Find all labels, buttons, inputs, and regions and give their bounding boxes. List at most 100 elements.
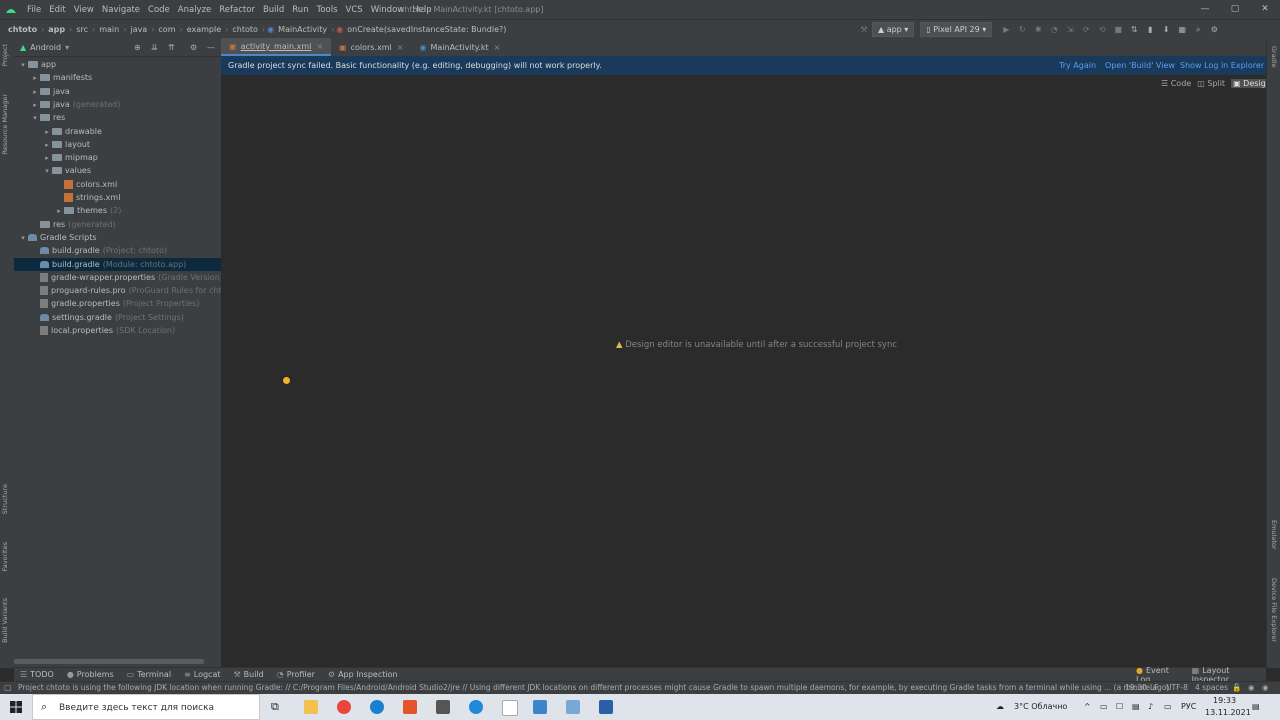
menu-run[interactable]: Run bbox=[288, 5, 312, 15]
debug-icon[interactable]: ✱ bbox=[1033, 25, 1043, 34]
chevron-down-icon[interactable]: ▾ bbox=[18, 59, 28, 72]
breadcrumb-item[interactable]: chtoto bbox=[6, 25, 39, 34]
stop-icon[interactable]: ■ bbox=[1113, 25, 1123, 34]
breadcrumb-item[interactable]: app bbox=[46, 25, 67, 34]
bottom-tool-app-inspection[interactable]: ⚙ App Inspection bbox=[328, 670, 398, 679]
tree-item[interactable]: ▸ drawable bbox=[14, 125, 221, 138]
line-separator[interactable]: LF bbox=[1150, 683, 1159, 692]
resource-manager-tool-tab[interactable]: Resource Manager bbox=[1, 94, 9, 154]
status-message[interactable]: Project chtoto is using the following JD… bbox=[18, 683, 1169, 692]
remote-desktop-icon[interactable] bbox=[533, 700, 547, 714]
caret-position[interactable]: 19:30 bbox=[1125, 683, 1147, 692]
chevron-right-icon[interactable]: ▸ bbox=[30, 72, 40, 85]
hide-panel-icon[interactable]: — bbox=[207, 43, 215, 52]
network-icon[interactable]: ▤ bbox=[1132, 702, 1140, 711]
tree-item[interactable]: local.properties (SDK Location) bbox=[14, 324, 221, 337]
menu-navigate[interactable]: Navigate bbox=[98, 5, 144, 15]
tree-item[interactable]: res (generated) bbox=[14, 218, 221, 231]
memory-indicator-icon[interactable]: ◉ bbox=[1248, 683, 1255, 692]
keyboard-language[interactable]: РУС bbox=[1181, 702, 1196, 711]
chevron-down-icon[interactable]: ▾ bbox=[42, 165, 52, 178]
settings-icon[interactable]: ⚙ bbox=[1209, 25, 1219, 34]
breadcrumb-item[interactable]: com bbox=[156, 25, 177, 34]
chevron-right-icon[interactable]: ▸ bbox=[54, 205, 64, 218]
rerun-icon[interactable]: ↻ bbox=[1017, 25, 1027, 34]
breadcrumb-item[interactable]: main bbox=[97, 25, 121, 34]
taskbar-search[interactable]: ⌕ Введите здесь текст для поиска bbox=[32, 694, 260, 720]
clock-date[interactable]: 13.11.2021 bbox=[1205, 708, 1251, 717]
notepad-icon[interactable] bbox=[502, 700, 518, 716]
project-view-select[interactable]: Android bbox=[30, 43, 61, 52]
bottom-tool-todo[interactable]: ☰ TODO bbox=[20, 670, 54, 679]
task-view-icon[interactable]: ⧉ bbox=[271, 700, 285, 714]
chevron-right-icon[interactable]: ▸ bbox=[42, 139, 52, 152]
notification-center-icon[interactable]: ▤ bbox=[1252, 702, 1260, 711]
bottom-tool-logcat[interactable]: ≡ Logcat bbox=[184, 670, 220, 679]
try-again-link[interactable]: Try Again bbox=[1059, 61, 1096, 70]
profile-icon[interactable]: ◔ bbox=[1049, 25, 1059, 34]
favorites-tool-tab[interactable]: Favorites bbox=[1, 542, 9, 571]
code-mode-button[interactable]: ☰ Code bbox=[1161, 79, 1191, 88]
file-encoding[interactable]: UTF-8 bbox=[1166, 683, 1188, 692]
tray-app-icon[interactable]: ▭ bbox=[1100, 702, 1108, 711]
split-mode-button[interactable]: ◫ Split bbox=[1197, 79, 1225, 88]
collapse-all-icon[interactable]: ⇈ bbox=[168, 43, 175, 52]
lightbulb-icon[interactable] bbox=[283, 377, 290, 384]
sync-gradle-icon[interactable]: ⇅ bbox=[1129, 25, 1139, 34]
tree-item[interactable]: build.gradle (Module: chtoto.app) bbox=[14, 257, 221, 271]
status-icon[interactable]: ▢ bbox=[4, 683, 12, 692]
tree-item[interactable]: ▸ themes (2) bbox=[14, 204, 221, 217]
battery-icon[interactable]: ▭ bbox=[1164, 702, 1172, 711]
horizontal-scrollbar[interactable] bbox=[14, 659, 204, 664]
design-editor[interactable]: ▲ Design editor is unavailable until aft… bbox=[221, 92, 1266, 650]
chevron-right-icon[interactable]: ▸ bbox=[42, 126, 52, 139]
chevron-right-icon[interactable]: ▸ bbox=[42, 152, 52, 165]
tree-item[interactable]: ▸ java (generated) bbox=[14, 98, 221, 111]
breadcrumb-item[interactable]: chtoto bbox=[230, 25, 260, 34]
menu-view[interactable]: View bbox=[70, 5, 98, 15]
maximize-button[interactable]: ▢ bbox=[1220, 0, 1250, 19]
search-everywhere-icon[interactable]: ⌕ bbox=[1193, 25, 1203, 34]
bottom-tool-terminal[interactable]: ▭ Terminal bbox=[127, 670, 171, 679]
breadcrumb-item[interactable]: MainActivity bbox=[276, 25, 329, 34]
skype-icon[interactable] bbox=[469, 700, 483, 714]
gear-icon[interactable]: ⚙ bbox=[190, 43, 197, 52]
tree-item[interactable]: build.gradle (Project: chtoto) bbox=[14, 244, 221, 257]
open-build-view-link[interactable]: Open 'Build' View bbox=[1105, 61, 1175, 70]
gradle-tool-tab[interactable]: Gradle bbox=[1270, 46, 1278, 68]
breadcrumb-item[interactable]: java bbox=[128, 25, 149, 34]
breadcrumb-item[interactable]: onCreate(savedInstanceState: Bundle?) bbox=[345, 25, 508, 34]
chrome-icon[interactable] bbox=[337, 700, 351, 714]
menu-file[interactable]: File bbox=[23, 5, 45, 15]
tab-activity-main-xml[interactable]: ▣ activity_main.xml × bbox=[221, 38, 332, 56]
clock-time[interactable]: 19:33 bbox=[1213, 696, 1236, 705]
device-select[interactable]: ▯ Pixel API 29 ▾ bbox=[920, 22, 993, 37]
bottom-tool-build[interactable]: ⚒ Build bbox=[233, 670, 263, 679]
project-tool-tab[interactable]: Project bbox=[1, 44, 9, 66]
chevron-right-icon[interactable]: ▸ bbox=[30, 99, 40, 112]
android-studio-taskbar-icon[interactable] bbox=[599, 700, 613, 714]
close-window-button[interactable]: ✕ bbox=[1250, 0, 1280, 19]
menu-build[interactable]: Build bbox=[259, 5, 288, 15]
menu-vcs[interactable]: VCS bbox=[342, 5, 367, 15]
file-explorer-icon[interactable] bbox=[304, 700, 318, 714]
indent-setting[interactable]: 4 spaces bbox=[1195, 683, 1228, 692]
chevron-down-icon[interactable]: ▾ bbox=[30, 112, 40, 125]
weather-icon[interactable]: ☁ bbox=[996, 702, 1004, 711]
tree-item[interactable]: settings.gradle (Project Settings) bbox=[14, 311, 221, 324]
tree-item[interactable]: ▸ mipmap bbox=[14, 151, 221, 164]
avd-manager-icon[interactable]: ▮ bbox=[1145, 25, 1155, 34]
locate-file-icon[interactable]: ⊕ bbox=[134, 43, 141, 52]
device-file-explorer-tool-tab[interactable]: Device File Explorer bbox=[1270, 578, 1278, 642]
apply-changes-icon[interactable]: ⟳ bbox=[1081, 25, 1091, 34]
tree-item[interactable]: gradle.properties (Project Properties) bbox=[14, 297, 221, 310]
notifications-icon[interactable]: ◉ bbox=[1262, 683, 1269, 692]
tree-item[interactable]: gradle-wrapper.properties (Gradle Version… bbox=[14, 271, 223, 284]
menu-tools[interactable]: Tools bbox=[313, 5, 342, 15]
expand-all-icon[interactable]: ⇊ bbox=[151, 43, 158, 52]
minimize-button[interactable]: — bbox=[1190, 0, 1220, 19]
tree-item[interactable]: proguard-rules.pro (ProGuard Rules for ch… bbox=[14, 284, 237, 297]
tray-expand-icon[interactable]: ^ bbox=[1084, 702, 1091, 711]
tree-item[interactable]: ▾ res bbox=[14, 111, 221, 124]
menu-analyze[interactable]: Analyze bbox=[174, 5, 216, 15]
